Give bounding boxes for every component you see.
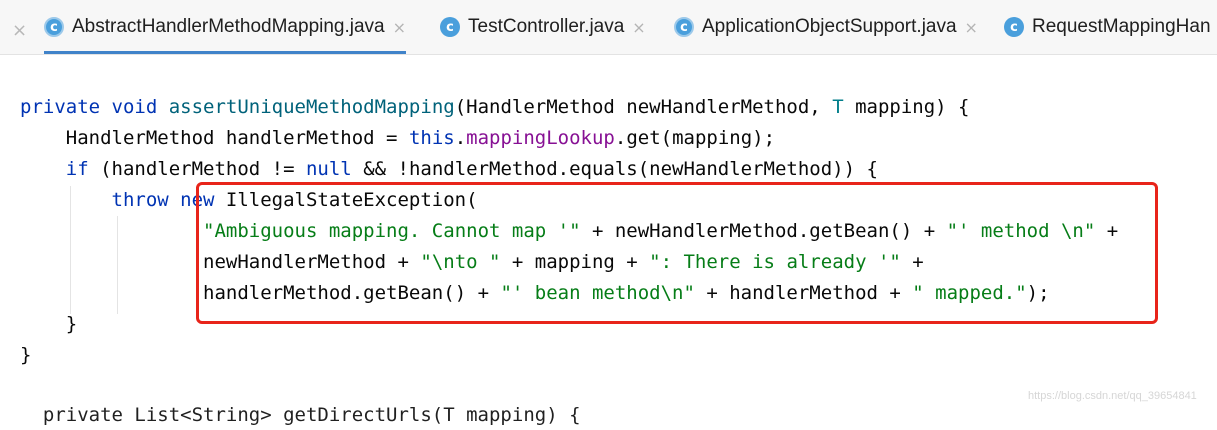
code-line: } (20, 313, 78, 335)
tab-abstract-handler-method-mapping[interactable]: c AbstractHandlerMethodMapping.java × (44, 0, 407, 54)
code-token: (HandlerMethod newHandlerMethod, (454, 96, 833, 118)
tab-label: AbstractHandlerMethodMapping.java (72, 16, 385, 37)
code-token: mapping) { (843, 96, 970, 118)
tab-request-mapping-handler[interactable]: c RequestMappingHan (1004, 0, 1211, 54)
code-line: } (20, 344, 32, 366)
keyword-token: private void (20, 96, 169, 118)
code-line: HandlerMethod handlerMethod = this.mappi… (20, 123, 775, 153)
active-tab-indicator (44, 51, 407, 54)
type-param-token: T (832, 96, 844, 118)
tab-close-icon[interactable]: × (632, 18, 645, 37)
class-icon: c (1004, 17, 1024, 37)
code-line: if (handlerMethod != null && !handlerMet… (20, 154, 878, 184)
code-token: . (454, 127, 467, 149)
tab-label: TestController.java (468, 16, 625, 37)
class-icon: c (44, 17, 64, 37)
tab-label: ApplicationObjectSupport.java (702, 16, 957, 37)
keyword-token: if (20, 158, 101, 180)
tab-application-object-support[interactable]: c ApplicationObjectSupport.java × (674, 0, 978, 54)
highlight-box (196, 182, 1158, 324)
keyword-token: this (408, 127, 455, 149)
code-line-clipped: private List<String> getDirectUrls(T map… (20, 404, 581, 426)
code-token: (handlerMethod != (100, 158, 306, 180)
editor-tab-bar: × c AbstractHandlerMethodMapping.java × … (0, 0, 1217, 55)
class-icon: c (440, 17, 460, 37)
code-token: .get(mapping); (614, 127, 776, 149)
watermark: https://blog.csdn.net/qq_39654841 (1028, 390, 1197, 402)
tab-close-icon[interactable]: × (393, 18, 406, 37)
method-name-token: assertUniqueMethodMapping (168, 96, 455, 118)
close-icon[interactable]: × (12, 20, 27, 41)
tab-close-icon[interactable]: × (965, 18, 978, 37)
field-token: mappingLookup (466, 127, 615, 149)
code-line: private void assertUniqueMethodMapping(H… (20, 92, 970, 122)
class-icon: c (674, 17, 694, 37)
code-token: HandlerMethod handlerMethod = (20, 127, 409, 149)
code-token: && !handlerMethod.equals(newHandlerMetho… (351, 158, 878, 180)
keyword-token: null (305, 158, 352, 180)
tab-label: RequestMappingHan (1032, 16, 1211, 37)
tab-test-controller[interactable]: c TestController.java × (440, 0, 646, 54)
